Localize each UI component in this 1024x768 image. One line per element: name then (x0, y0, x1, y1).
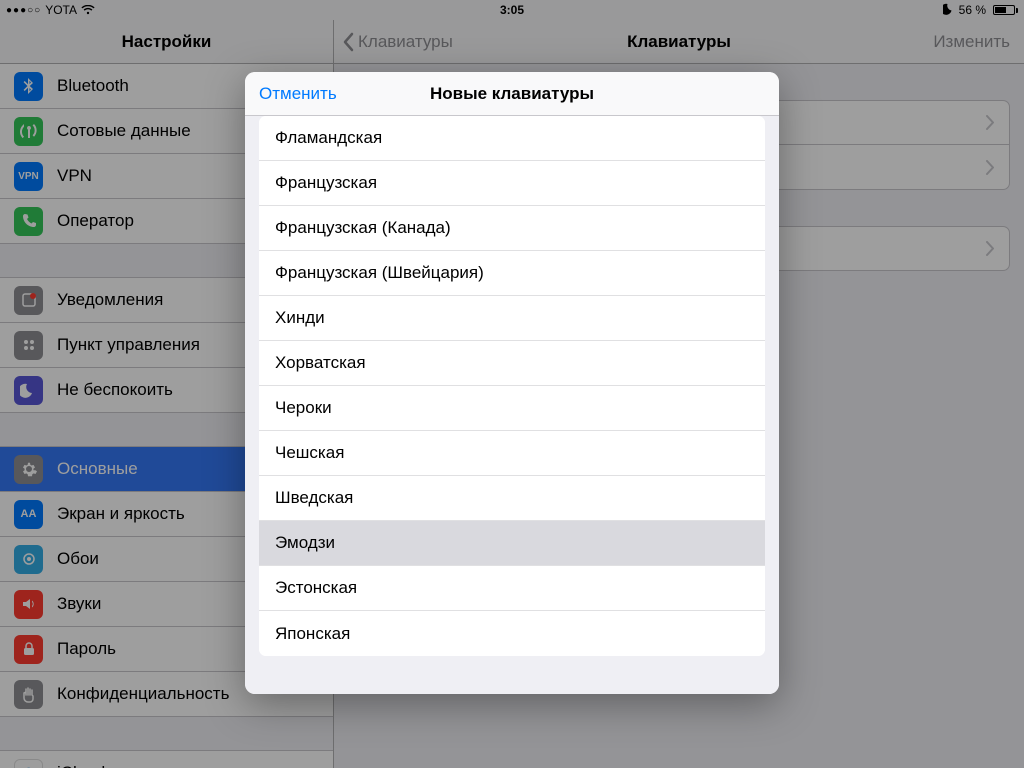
keyboard-option[interactable]: Хорватская (259, 341, 765, 386)
keyboard-option-label: Французская (Швейцария) (275, 263, 484, 283)
keyboard-option-label: Японская (275, 624, 350, 644)
keyboard-option-label: Хинди (275, 308, 325, 328)
keyboard-option[interactable]: Хинди (259, 296, 765, 341)
sheet-title: Новые клавиатуры (430, 84, 594, 104)
keyboard-option[interactable]: Французская (259, 161, 765, 206)
sheet-body[interactable]: Фламандская Французская Французская (Кан… (245, 116, 779, 694)
add-keyboard-sheet: Отменить Новые клавиатуры Фламандская Фр… (245, 72, 779, 694)
keyboard-option-label: Эстонская (275, 578, 357, 598)
sheet-header: Отменить Новые клавиатуры (245, 72, 779, 116)
keyboard-option-label: Французская (275, 173, 377, 193)
keyboard-option[interactable]: Чероки (259, 386, 765, 431)
keyboard-option[interactable]: Французская (Канада) (259, 206, 765, 251)
modal-overlay[interactable]: Отменить Новые клавиатуры Фламандская Фр… (0, 0, 1024, 768)
keyboard-option-label: Чероки (275, 398, 332, 418)
keyboard-option[interactable]: Чешская (259, 431, 765, 476)
keyboard-option-label: Французская (Канада) (275, 218, 451, 238)
keyboard-option-emoji[interactable]: Эмодзи (259, 521, 765, 566)
keyboard-option-label: Фламандская (275, 128, 382, 148)
keyboard-options-list: Фламандская Французская Французская (Кан… (259, 116, 765, 656)
keyboard-option[interactable]: Эстонская (259, 566, 765, 611)
keyboard-option[interactable]: Французская (Швейцария) (259, 251, 765, 296)
keyboard-option[interactable]: Шведская (259, 476, 765, 521)
cancel-button[interactable]: Отменить (259, 84, 337, 104)
keyboard-option[interactable]: Японская (259, 611, 765, 656)
keyboard-option-label: Эмодзи (275, 533, 335, 553)
sheet-bottom-pad (245, 656, 779, 678)
keyboard-option-label: Шведская (275, 488, 353, 508)
keyboard-option[interactable]: Фламандская (259, 116, 765, 161)
keyboard-option-label: Чешская (275, 443, 344, 463)
keyboard-option-label: Хорватская (275, 353, 366, 373)
